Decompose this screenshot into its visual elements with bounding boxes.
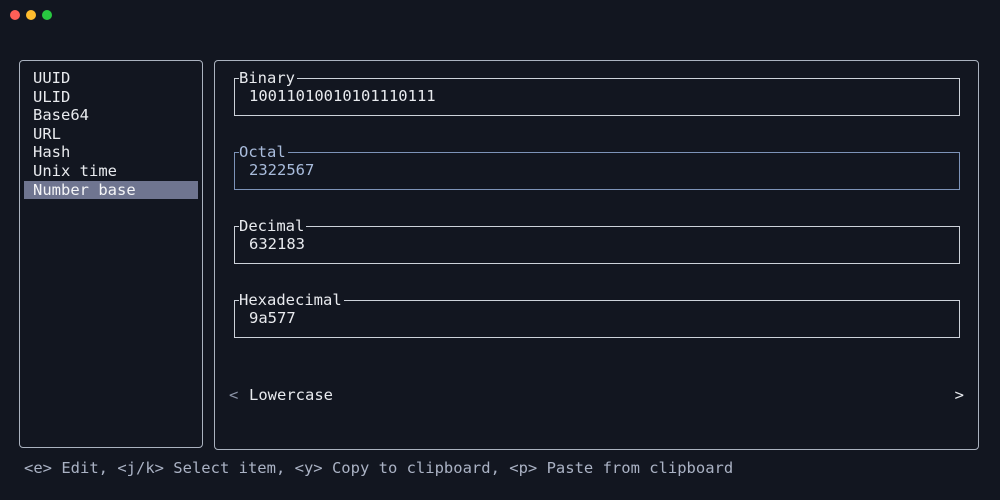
hexadecimal-value[interactable]: 9a577 [249,308,296,328]
octal-label: Octal [239,143,288,161]
sidebar-item-base64[interactable]: Base64 [24,106,198,125]
binary-field[interactable]: Binary 10011010010101110111 [234,69,960,116]
binary-value[interactable]: 10011010010101110111 [249,86,436,106]
minimize-window-icon[interactable] [26,10,36,20]
decimal-label: Decimal [239,217,307,235]
close-window-icon[interactable] [10,10,20,20]
maximize-window-icon[interactable] [42,10,52,20]
case-prev-arrow-icon[interactable]: < [229,385,238,405]
hexadecimal-field[interactable]: Hexadecimal 9a577 [234,291,960,338]
case-next-arrow-icon[interactable]: > [955,385,964,405]
terminal-window: UUID ULID Base64 URL Hash Unix time Numb… [0,0,1000,500]
sidebar-item-url[interactable]: URL [24,125,198,144]
sidebar-item-uuid[interactable]: UUID [24,69,198,88]
keybinding-help: <e> Edit, <j/k> Select item, <y> Copy to… [24,459,734,477]
hexadecimal-label: Hexadecimal [239,291,344,309]
sidebar-item-unix-time[interactable]: Unix time [24,162,198,181]
case-toggle-value: Lowercase [249,386,333,404]
octal-value[interactable]: 2322567 [249,160,314,180]
decimal-field[interactable]: Decimal 632183 [234,217,960,264]
octal-field[interactable]: Octal 2322567 [234,143,960,190]
tool-list-panel: UUID ULID Base64 URL Hash Unix time Numb… [19,60,203,448]
sidebar-item-hash[interactable]: Hash [24,143,198,162]
sidebar-item-ulid[interactable]: ULID [24,88,198,107]
decimal-value[interactable]: 632183 [249,234,305,254]
sidebar-item-number-base[interactable]: Number base [24,180,198,200]
window-controls [10,10,52,20]
number-base-panel: Binary 10011010010101110111 Octal 232256… [214,60,979,450]
case-toggle[interactable]: < Lowercase > [229,385,964,405]
binary-label: Binary [239,69,297,87]
